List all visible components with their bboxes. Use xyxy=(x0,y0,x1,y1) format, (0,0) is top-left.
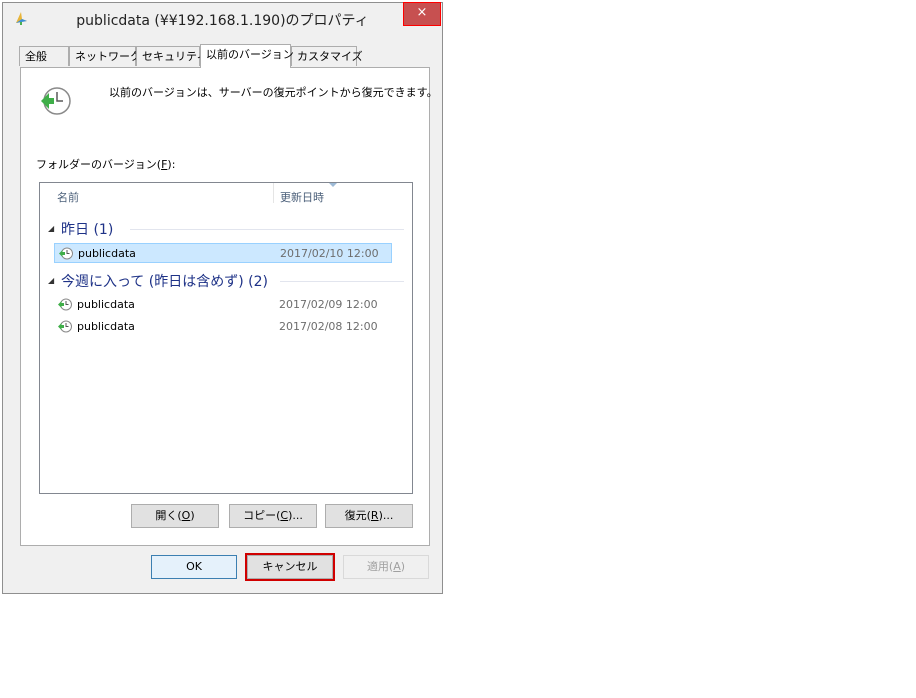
column-header-name[interactable]: 名前 xyxy=(57,189,79,205)
tab-label: ネットワーク xyxy=(75,50,141,63)
button-label: ) xyxy=(190,509,195,522)
versions-list[interactable]: 名前 更新日時 ◢ 昨日 (1) publicdata 2017/02/10 1… xyxy=(39,182,413,494)
column-header-modified[interactable]: 更新日時 xyxy=(280,189,324,205)
group-divider xyxy=(280,281,404,282)
access-key: C xyxy=(280,509,289,522)
copy-button[interactable]: コピー(C)... xyxy=(229,504,317,528)
tab-label: カスタマイズ xyxy=(297,50,363,63)
collapse-arrow-icon[interactable]: ◢ xyxy=(48,276,54,285)
tab-security[interactable]: セキュリティ xyxy=(136,46,207,66)
apply-button: 適用(A) xyxy=(343,555,429,579)
button-label: )... xyxy=(378,509,394,522)
restore-button[interactable]: 復元(R)... xyxy=(325,504,413,528)
list-item[interactable]: publicdata 2017/02/09 12:00 xyxy=(54,295,392,315)
item-name: publicdata xyxy=(77,298,135,311)
properties-dialog: publicdata (¥¥192.168.1.190)のプロパティ × 全般 … xyxy=(2,2,443,594)
restore-point-icon xyxy=(58,320,72,333)
sort-caret-icon xyxy=(329,183,337,187)
restore-clock-icon xyxy=(41,87,71,115)
tab-panel: 以前のバージョンは、サーバーの復元ポイントから復元できます。 フォルダーのバージ… xyxy=(20,67,438,546)
window-title: publicdata (¥¥192.168.1.190)のプロパティ xyxy=(76,13,369,29)
close-button[interactable]: × xyxy=(404,3,440,25)
cancel-button[interactable]: キャンセル xyxy=(247,555,333,579)
list-item[interactable]: publicdata 2017/02/10 12:00 xyxy=(54,243,392,263)
tab-label: セキュリティ xyxy=(142,50,208,63)
open-button[interactable]: 開く(O) xyxy=(131,504,219,528)
column-divider[interactable] xyxy=(273,183,274,203)
item-name: publicdata xyxy=(77,320,135,333)
restore-point-icon xyxy=(58,298,72,311)
button-label: 復元( xyxy=(344,509,371,522)
tab-customize[interactable]: カスタマイズ xyxy=(291,46,363,66)
label-text: フォルダーのバージョン( xyxy=(36,158,162,171)
button-label: )... xyxy=(288,509,303,522)
button-label: ) xyxy=(400,560,406,573)
item-name: publicdata xyxy=(78,247,136,260)
button-label: 開く( xyxy=(155,509,182,522)
restore-point-icon xyxy=(59,247,73,260)
folder-versions-label: フォルダーのバージョン(F): xyxy=(36,156,175,172)
tab-label: 全般 xyxy=(25,50,47,63)
list-item[interactable]: publicdata 2017/02/08 12:00 xyxy=(54,317,392,337)
panel-description: 以前のバージョンは、サーバーの復元ポイントから復元できます。 xyxy=(109,86,438,99)
group-title: 昨日 (1) xyxy=(61,222,114,238)
item-date: 2017/02/09 12:00 xyxy=(279,298,378,311)
access-key: R xyxy=(370,509,379,522)
button-label: 適用( xyxy=(366,560,394,573)
button-label: コピー( xyxy=(243,509,281,522)
item-date: 2017/02/08 12:00 xyxy=(279,320,378,333)
ok-button[interactable]: OK xyxy=(151,555,237,579)
tab-previous-versions[interactable]: 以前のバージョン xyxy=(200,44,294,68)
item-date: 2017/02/10 12:00 xyxy=(280,247,379,260)
tab-general[interactable]: 全般 xyxy=(19,46,69,66)
collapse-arrow-icon[interactable]: ◢ xyxy=(48,224,54,233)
tab-network[interactable]: ネットワーク xyxy=(69,46,141,66)
group-title: 今週に入って (昨日は含めず) (2) xyxy=(61,274,268,290)
title-bar[interactable]: publicdata (¥¥192.168.1.190)のプロパティ × xyxy=(3,3,442,33)
label-text: ): xyxy=(167,158,176,171)
access-key: A xyxy=(393,560,401,573)
close-icon: × xyxy=(416,5,428,20)
group-header-yesterday[interactable]: ◢ 昨日 (1) xyxy=(48,219,408,239)
group-header-this-week[interactable]: ◢ 今週に入って (昨日は含めず) (2) xyxy=(48,271,408,291)
tab-label: 以前のバージョン xyxy=(206,48,294,61)
group-divider xyxy=(130,229,404,230)
